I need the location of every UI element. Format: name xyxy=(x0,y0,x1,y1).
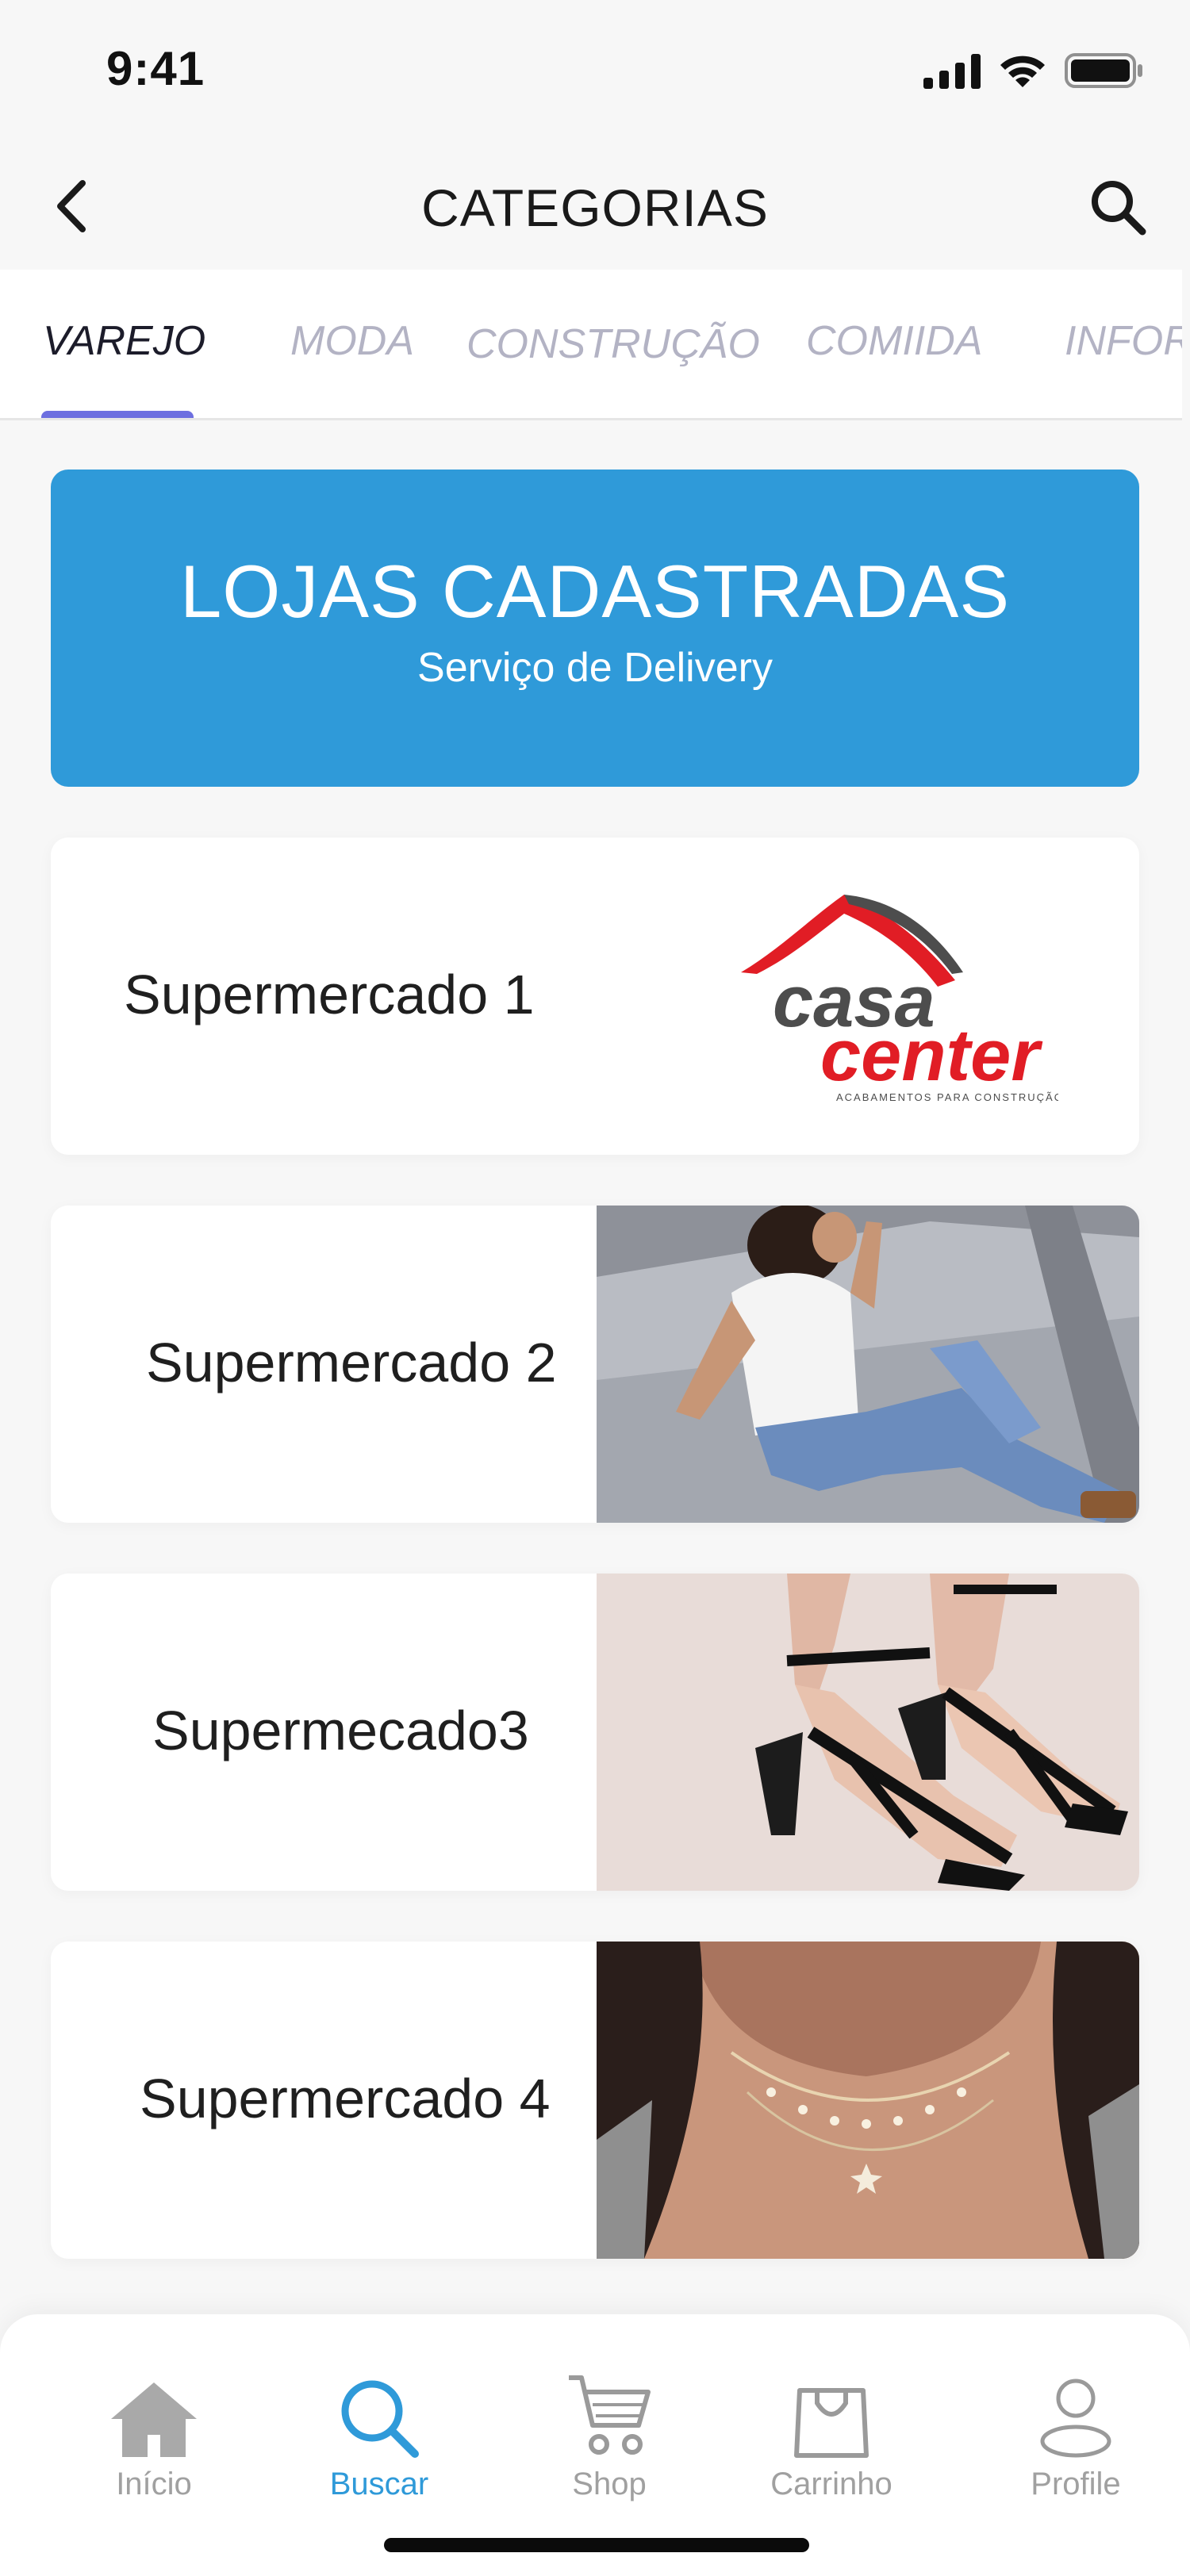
store-name: Supermecado3 xyxy=(152,1700,529,1761)
tab-moda[interactable]: MODA xyxy=(290,317,414,365)
store-card[interactable]: Supermercado 4 xyxy=(51,1942,1139,2259)
store-photo xyxy=(597,1206,1139,1523)
store-name: Supermercado 4 xyxy=(140,2068,551,2129)
battery-icon xyxy=(1065,53,1142,88)
black-strappy-heels-photo xyxy=(597,1574,1139,1891)
store-card[interactable]: Supermercado 2 xyxy=(51,1206,1139,1523)
search-icon xyxy=(1092,181,1146,236)
page-title: CATEGORIAS xyxy=(421,178,769,237)
bag-icon xyxy=(794,2388,869,2458)
store-name: Supermercado 1 xyxy=(124,964,535,1025)
app-screen: 9:41 CATEGORIAS VAREJO MODA CONSTRUÇÃO C… xyxy=(0,0,1190,2576)
nav-label: Carrinho xyxy=(770,2467,892,2501)
nav-item-profile[interactable]: Profile xyxy=(988,2363,1163,2502)
cart-icon xyxy=(569,2375,651,2455)
logo-tagline: ACABAMENTOS PARA CONSTRUÇÃO xyxy=(836,1091,1058,1103)
active-tab-indicator xyxy=(41,411,194,418)
wifi-icon xyxy=(1000,56,1045,87)
casa-center-logo: casa center ACABAMENTOS PARA CONSTRUÇÃO xyxy=(741,895,1058,1103)
tab-comida[interactable]: COMIIDA xyxy=(806,317,982,365)
home-indicator xyxy=(384,2538,809,2552)
store-photo xyxy=(597,1942,1139,2259)
woman-sitting-on-sidewalk-photo xyxy=(597,1206,1139,1523)
logo-line2: center xyxy=(820,1015,1042,1096)
category-tabs: VAREJO MODA CONSTRUÇÃO COMIIDA INFOR xyxy=(0,270,1182,420)
search-icon xyxy=(341,2380,419,2458)
nav-label: Profile xyxy=(1031,2467,1121,2501)
status-time: 9:41 xyxy=(106,42,205,95)
store-name: Supermercado 2 xyxy=(146,1332,557,1393)
status-bar: 9:41 xyxy=(0,0,1190,143)
nav-label: Buscar xyxy=(329,2467,429,2501)
header: CATEGORIAS xyxy=(0,143,1190,270)
layered-necklace-photo xyxy=(597,1942,1139,2259)
nav-item-buscar[interactable]: Buscar xyxy=(292,2363,466,2502)
search-button[interactable] xyxy=(1082,171,1154,243)
signal-icon xyxy=(923,54,981,89)
banner-title: LOJAS CADASTRADAS xyxy=(179,550,1011,633)
profile-icon xyxy=(1040,2379,1111,2458)
banner-subtitle: Serviço de Delivery xyxy=(417,645,773,691)
tab-varejo[interactable]: VAREJO xyxy=(43,317,205,365)
bottom-navigation: Início Buscar Shop Carrinho Profile xyxy=(0,2314,1190,2576)
store-card[interactable]: Supermecado3 xyxy=(51,1574,1139,1891)
home-icon xyxy=(111,2382,197,2457)
stores-banner: LOJAS CADASTRADAS Serviço de Delivery xyxy=(51,470,1139,787)
nav-item-shop[interactable]: Shop xyxy=(522,2363,697,2502)
store-card[interactable]: Supermercado 1 casa center ACABAMENTOS P… xyxy=(51,838,1139,1155)
status-icons xyxy=(923,52,1144,89)
nav-label: Shop xyxy=(572,2467,647,2501)
nav-label: Início xyxy=(116,2467,192,2501)
tab-construcao[interactable]: CONSTRUÇÃO xyxy=(466,320,760,368)
nav-item-inicio[interactable]: Início xyxy=(67,2363,241,2502)
nav-item-carrinho[interactable]: Carrinho xyxy=(744,2363,919,2502)
tab-informatica[interactable]: INFOR xyxy=(1065,317,1182,365)
store-photo xyxy=(597,1574,1139,1891)
